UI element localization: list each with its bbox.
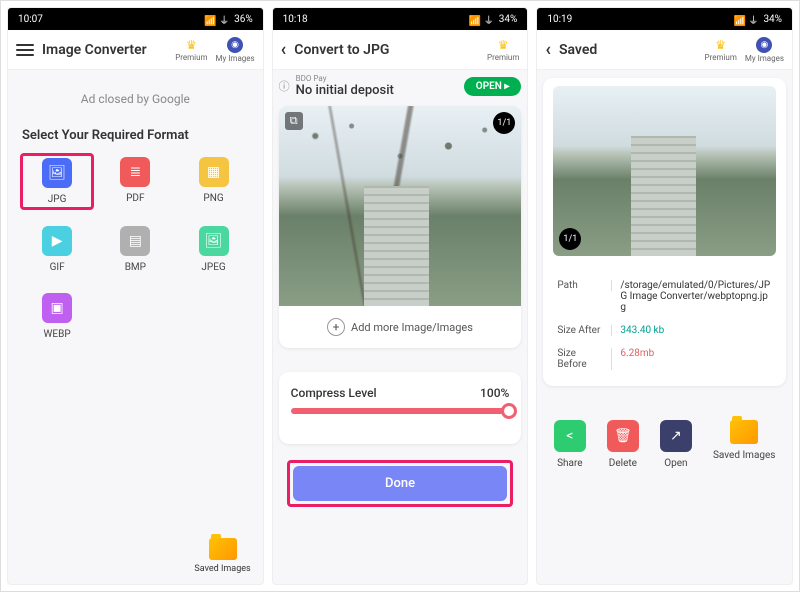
action-row: < Share 🗑 Delete ↗ Open Saved Images (543, 420, 786, 469)
folder-icon (730, 420, 758, 444)
crown-icon: ♛ (186, 38, 197, 52)
crown-icon: ♛ (715, 38, 726, 52)
size-after-label: Size After (557, 325, 612, 336)
format-gif[interactable]: ▶ GIF (20, 222, 94, 277)
images-icon: ◉ (756, 37, 772, 53)
size-after-value: 343.40 kb (620, 325, 772, 336)
done-button[interactable]: Done (293, 466, 508, 501)
add-more-button[interactable]: + Add more Image/Images (279, 306, 522, 348)
path-value: /storage/emulated/0/Pictures/JPG Image C… (620, 280, 772, 313)
format-icon: ▦ (199, 157, 229, 187)
status-bar: 10:07 📶 ⏚ 36% (8, 8, 263, 30)
slider-thumb[interactable] (501, 403, 517, 419)
my-images-button[interactable]: ◉My Images (216, 37, 255, 63)
format-pdf[interactable]: ≣ PDF (98, 153, 172, 210)
format-grid: 🖼 JPG ≣ PDF ▦ PNG ▶ GIF ▤ BMP (16, 153, 255, 344)
delete-button[interactable]: 🗑 Delete (607, 420, 639, 469)
status-right: 📶 ⏚ 34% (469, 12, 518, 27)
format-bmp[interactable]: ▤ BMP (98, 222, 172, 277)
done-button-highlight: Done (287, 460, 514, 507)
plus-icon: + (327, 318, 345, 336)
section-title: Select Your Required Format (16, 120, 255, 153)
trash-icon: 🗑 (607, 420, 639, 452)
app-bar: Image Converter ♛Premium ◉My Images (8, 30, 263, 70)
compress-card: Compress Level 100% (279, 372, 522, 444)
images-icon: ◉ (227, 37, 243, 53)
format-jpg[interactable]: 🖼 JPG (20, 153, 94, 210)
result-card: 1/1 Path /storage/emulated/0/Pictures/JP… (543, 78, 786, 386)
format-webp[interactable]: ▣ WEBP (20, 289, 94, 344)
back-icon[interactable]: ‹ (545, 39, 551, 60)
format-icon: ▣ (42, 293, 72, 323)
share-icon: < (554, 420, 586, 452)
format-icon: 🖼 (42, 158, 72, 188)
crown-icon: ♛ (498, 38, 509, 52)
saved-images-button[interactable]: Saved Images (194, 538, 250, 574)
my-images-button[interactable]: ◉My Images (745, 37, 784, 63)
folder-icon (209, 538, 237, 560)
app-title: Image Converter (42, 42, 167, 58)
ad-open-button[interactable]: OPEN ▸ (464, 77, 522, 96)
app-bar: ‹ Convert to JPG ♛Premium (273, 30, 528, 70)
back-icon[interactable]: ‹ (281, 39, 287, 60)
format-png[interactable]: ▦ PNG (176, 153, 250, 210)
share-button[interactable]: < Share (554, 420, 586, 469)
format-icon: ≣ (120, 157, 150, 187)
open-button[interactable]: ↗ Open (660, 420, 692, 469)
status-time: 10:18 (283, 14, 308, 25)
compress-value: 100% (480, 386, 509, 400)
format-icon: ▤ (120, 226, 150, 256)
format-icon: 🖼 (199, 226, 229, 256)
status-bar: 10:19 📶 ⏚ 34% (537, 8, 792, 30)
info-block: Path /storage/emulated/0/Pictures/JPG Im… (543, 264, 786, 386)
premium-button[interactable]: ♛Premium (175, 38, 207, 62)
compress-slider[interactable] (291, 408, 510, 414)
ad-banner[interactable]: ⓘ BDO Pay No initial deposit OPEN ▸ (273, 70, 528, 102)
compress-label: Compress Level (291, 386, 377, 400)
status-bar: 10:18 📶 ⏚ 34% (273, 8, 528, 30)
status-time: 10:19 (547, 14, 572, 25)
format-icon: ▶ (42, 226, 72, 256)
app-title: Convert to JPG (294, 42, 479, 58)
format-jpeg[interactable]: 🖼 JPEG (176, 222, 250, 277)
premium-button[interactable]: ♛Premium (705, 38, 737, 62)
saved-images-button[interactable]: Saved Images (713, 420, 776, 469)
screen-convert: 10:18 📶 ⏚ 34% ‹ Convert to JPG ♛Premium … (272, 7, 529, 585)
screen-saved: 10:19 📶 ⏚ 34% ‹ Saved ♛Premium ◉My Image… (536, 7, 793, 585)
status-time: 10:07 (18, 14, 43, 25)
app-bar: ‹ Saved ♛Premium ◉My Images (537, 30, 792, 70)
menu-icon[interactable] (16, 44, 34, 56)
size-before-value: 6.28mb (620, 348, 772, 359)
premium-button[interactable]: ♛Premium (487, 38, 519, 62)
ad-closed-text: Ad closed by Google (16, 78, 255, 120)
image-card: ⧉ 1/1 + Add more Image/Images (279, 106, 522, 348)
size-before-label: Size Before (557, 348, 612, 370)
image-preview[interactable]: 1/1 (553, 86, 776, 256)
path-label: Path (557, 280, 612, 291)
crop-icon[interactable]: ⧉ (285, 112, 303, 130)
info-icon: ⓘ (279, 78, 290, 94)
app-title: Saved (559, 42, 697, 58)
status-right: 📶 ⏚ 34% (734, 12, 783, 27)
screen-format-select: 10:07 📶 ⏚ 36% Image Converter ♛Premium ◉… (7, 7, 264, 585)
image-preview[interactable]: ⧉ 1/1 (279, 106, 522, 306)
open-icon: ↗ (660, 420, 692, 452)
status-right: 📶 ⏚ 36% (204, 12, 253, 27)
